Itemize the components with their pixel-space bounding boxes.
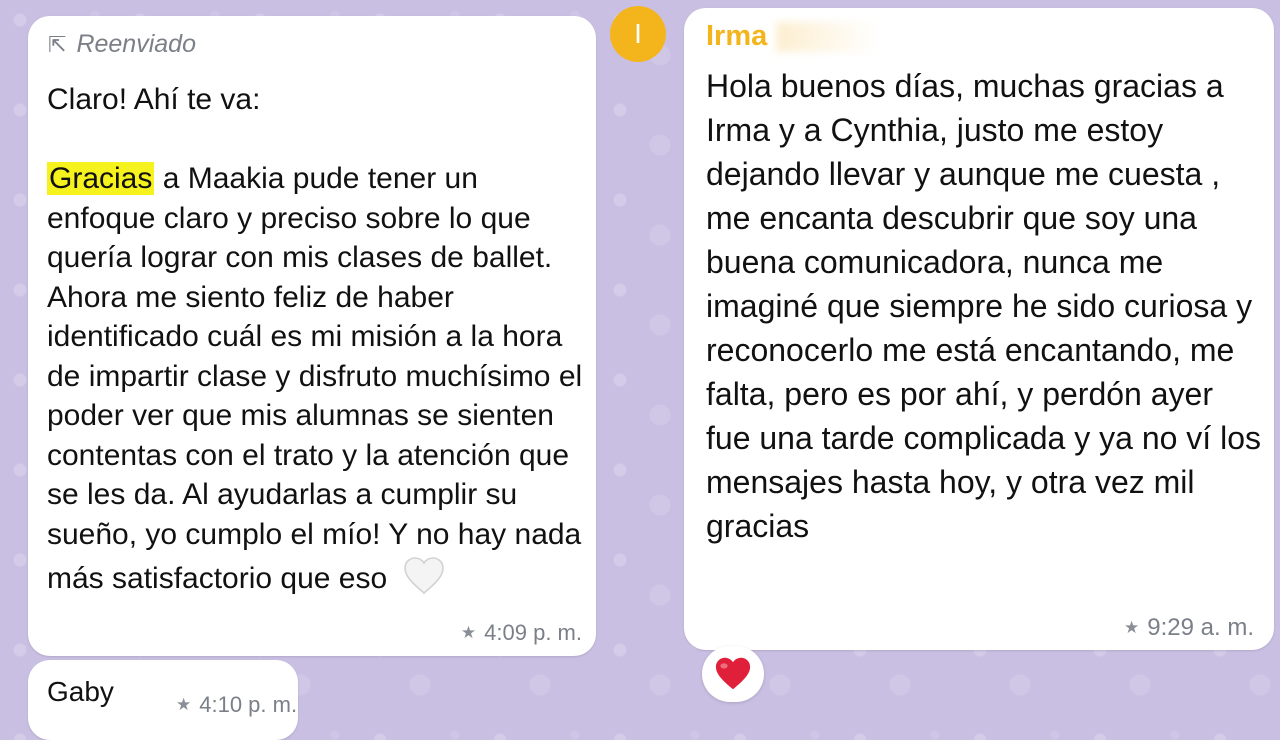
avatar-initial: I [634,18,642,49]
forwarded-header: ⇱ Reenviado [48,30,196,59]
star-icon: ★ [460,623,477,642]
message-text: Hola buenos días, muchas gracias a Irma … [706,68,1261,544]
forwarded-message-text: Claro! Ahí te va: Gracias a Maakia pude … [47,80,587,599]
white-heart-icon [403,557,444,595]
message-bubble-gaby[interactable]: Gaby ★ 4:10 p. m. [28,660,298,740]
star-icon: ★ [176,695,192,714]
message-text: Gaby [47,676,114,707]
message-meta: ★ 4:09 p. m. [461,620,582,646]
message-time: 4:09 p. m. [484,620,582,645]
message-intro: Claro! Ahí te va: [47,83,261,116]
message-time: 4:10 p. m. [199,692,298,717]
message-meta: ★ 9:29 a. m. [1124,614,1254,642]
forwarded-message-bubble[interactable]: ⇱ Reenviado Claro! Ahí te va: Gracias a … [28,16,596,656]
star-icon: ★ [1124,618,1140,637]
message-meta: ★ 4:10 p. m. [176,692,297,718]
highlighted-word: Gracias [47,162,155,195]
reaction-badge[interactable] [702,646,764,702]
message-time: 9:29 a. m. [1147,614,1254,641]
message-body: a Maakia pude tener un enfoque claro y p… [47,162,583,595]
incoming-message-bubble[interactable]: Irma Hola buenos días, muchas gracias a … [684,8,1274,650]
forwarded-label: Reenviado [76,30,196,58]
blurred-surname [776,22,880,52]
red-heart-icon [715,657,751,690]
sender-name[interactable]: Irma [706,20,767,53]
forward-arrow-icon: ⇱ [48,31,67,57]
avatar[interactable]: I [610,6,666,62]
